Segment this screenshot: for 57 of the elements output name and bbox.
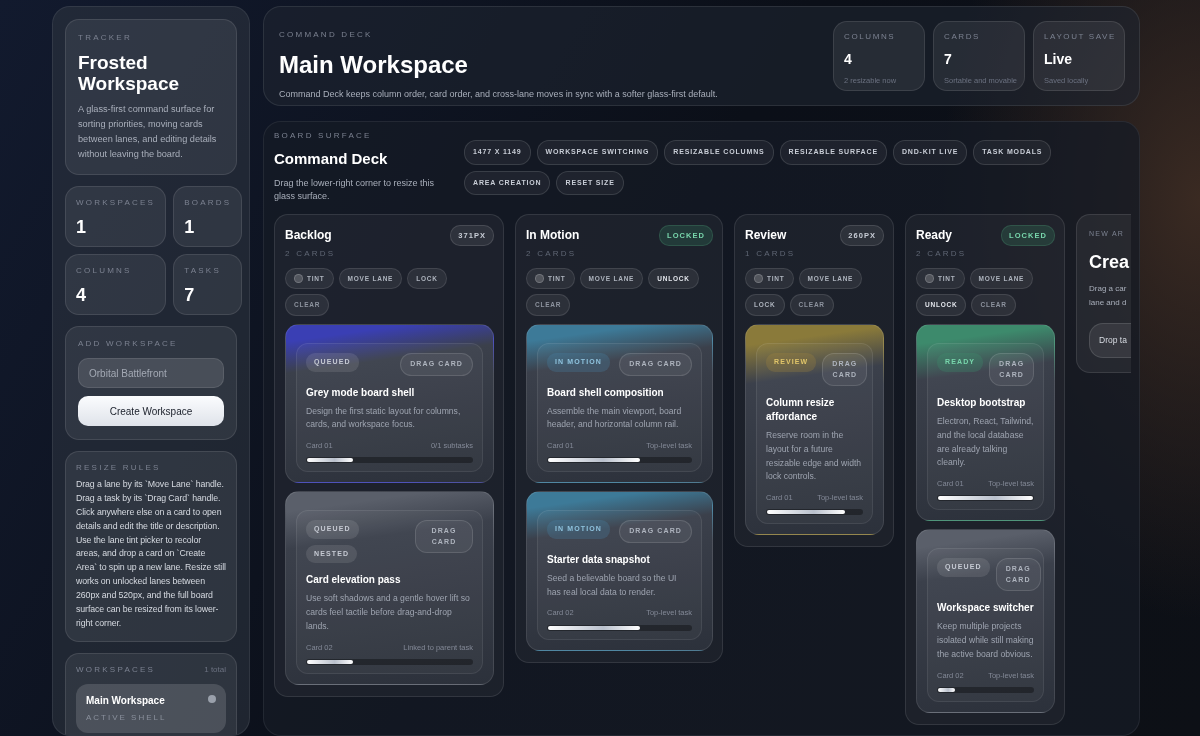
swatch-icon [754,273,763,283]
stat-label: CARDS [944,31,981,43]
new-area-title: Crea [1089,251,1131,274]
board-description: Drag the lower-right corner to resize this glass surface. [274,176,436,203]
lane-title: In Motion [526,226,580,244]
lane-title: Backlog [285,226,333,244]
workspace-description: Command Deck keeps column order, card order, and cross-lane moves in sync with a softer glass-first default. [279,88,718,101]
section-label: RESIZE RULES [76,462,162,474]
new-area-text: lane and d [1089,296,1128,309]
stat-label: TASKS [184,265,222,277]
card-title: Grey mode board shell [306,385,416,400]
card-description: Design the first static layout for columns, cards, and workspace focus. [306,404,462,432]
lane-title: Ready [916,226,954,244]
stat-label: LAYOUT SAVE [1044,31,1114,43]
stat-value: 7 [184,284,196,307]
stat-value: 1 [76,216,87,239]
card-description: Keep multiple projects isolated while still making the active board obvious. [937,620,1034,661]
stat-label: COLUMNS [76,265,133,277]
section-label: WORKSPACES [76,663,156,676]
lane-title: Review [745,226,788,244]
card-title: Board shell composition [547,385,665,400]
card-title: Desktop bootstrap [937,396,1027,410]
card-description: Electron, React, Tailwind, and the local database are already talking cleanly. [937,415,1034,470]
section-label: COMMAND DECK [279,29,374,41]
stat-label: COLUMNS [844,31,897,43]
section-label: TRACKER [78,32,133,44]
card-description: Reserve room in the layout for a future resizable edge and width lock controls. [766,429,863,484]
app-description: A glass-first command surface for sorting priorities, moving cards between lanes, and editing details without leaving the board. [78,102,218,162]
board-title: Command Deck [274,149,389,169]
stat-value: 4 [844,50,853,69]
stat-value: Live [1044,50,1073,69]
app-title: Frosted Workspace [78,52,181,95]
card-description: Use soft shadows and a gentle hover lift so cards feel tactile before drag-and-drop lands. [306,592,471,633]
stat-label: WORKSPACES [76,197,156,209]
card-title: Column resize affordance [766,396,836,424]
create-workspace-button[interactable]: Create Workspace [78,396,224,426]
stat-value: 1 [184,216,196,239]
card-title: Starter data snapshot [547,552,651,567]
rules-text: Drag a lane by its `Move Lane` handle. Drag a task by its `Drag Card` handle. Click anywhere else on a card to open details and edit the title or description. Use the lane tint picker to recolor areas, and drop a card on `Create Area` to spin up a new lane. Resize still works on unlocked lanes between 260px and 520px, and the full board surface can be resized from its lower-right corner. [76,478,226,630]
swatch-icon [535,273,544,283]
stat-value: 4 [76,284,87,307]
lane-count: 1 CARDS [745,247,796,260]
new-area-text: Drag a car [1089,283,1128,295]
card-title: Workspace switcher [937,601,1034,616]
stat-label: BOARDS [184,197,232,209]
section-label: ADD WORKSPACE [78,338,179,350]
workspace-name: Main Workspace [86,693,166,708]
swatch-icon [294,273,303,283]
active-dot-icon [208,694,216,703]
card-description: Seed a believable board so the UI has real local data to render. [547,571,678,599]
swatch-icon [925,273,934,283]
card-title: Card elevation pass [306,573,402,588]
card-description: Assemble the main viewport, board header, and horizontal column rail. [547,404,683,432]
workspace-title: Main Workspace [279,50,469,80]
drop-target-button[interactable]: Drop ta [1089,323,1131,358]
section-label: BOARD SURFACE [274,130,373,142]
stat-value: 7 [944,50,953,69]
